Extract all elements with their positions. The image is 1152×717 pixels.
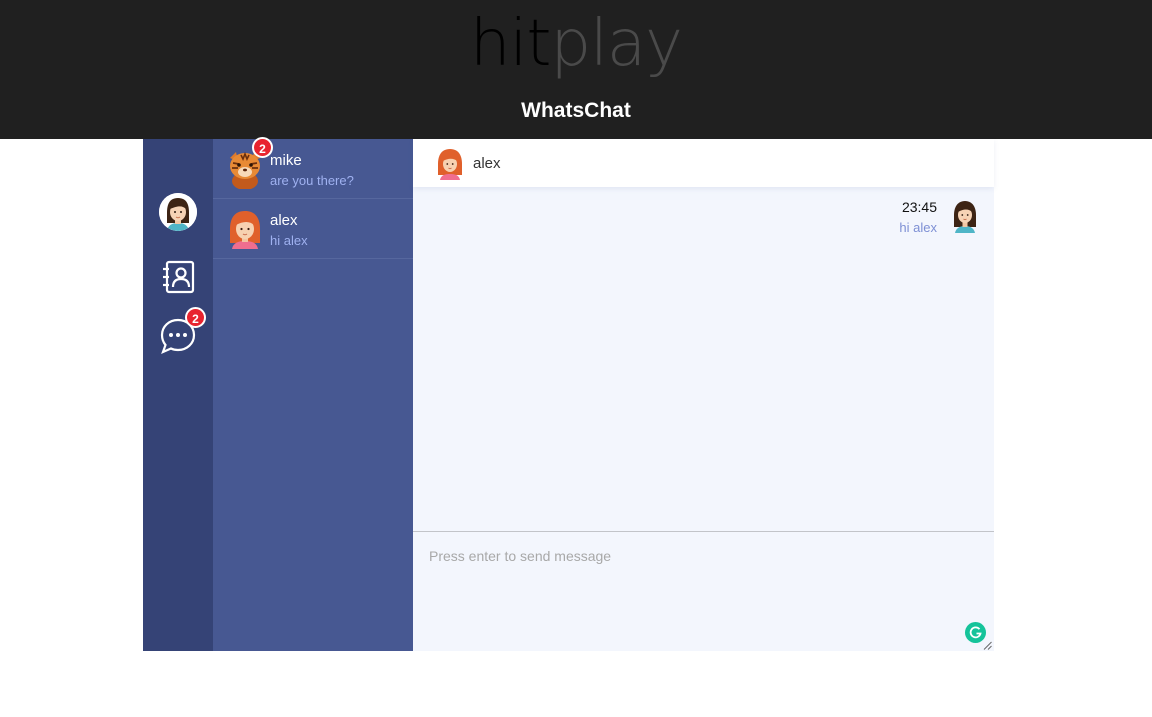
conversation-name: mike bbox=[270, 152, 302, 169]
message-time: 23:45 bbox=[901, 199, 937, 215]
contacts-icon bbox=[163, 260, 195, 294]
conversation-list: mike are you there? 2 alex hi alex bbox=[213, 137, 413, 651]
hitplay-logo: hitplay bbox=[470, 7, 683, 81]
chat-contact-name: alex bbox=[473, 155, 501, 172]
message-text: hi alex bbox=[899, 220, 937, 235]
chat-app: 2 mike are you there? 2 alex hi alex ale… bbox=[143, 137, 994, 651]
conversation-item-mike[interactable]: mike are you there? 2 bbox=[213, 137, 413, 199]
unread-badge: 2 bbox=[252, 137, 273, 158]
resize-grip-icon[interactable] bbox=[983, 641, 992, 650]
message-list: 23:45 hi alex bbox=[413, 187, 994, 531]
brown-hair-girl-avatar-icon bbox=[954, 201, 976, 233]
conversation-preview: hi alex bbox=[270, 233, 308, 248]
red-hair-girl-avatar-icon bbox=[230, 211, 260, 249]
red-hair-girl-avatar-icon bbox=[438, 149, 462, 180]
chat-panel: alex 23:45 hi alex bbox=[413, 139, 994, 651]
message-input[interactable] bbox=[413, 532, 994, 651]
chats-unread-badge: 2 bbox=[185, 307, 206, 328]
chats-button[interactable]: 2 bbox=[159, 307, 206, 355]
nav-rail: 2 bbox=[143, 139, 213, 651]
conversation-item-alex[interactable]: alex hi alex bbox=[213, 199, 413, 259]
profile-avatar-icon[interactable] bbox=[159, 193, 197, 231]
message-item: 23:45 hi alex bbox=[694, 199, 994, 249]
contacts-button[interactable] bbox=[159, 258, 197, 296]
conversation-name: alex bbox=[270, 212, 298, 229]
app-title: WhatsChat bbox=[521, 99, 631, 122]
grammarly-icon[interactable] bbox=[965, 622, 986, 643]
conversation-preview: are you there? bbox=[270, 173, 354, 188]
top-header: hitplay WhatsChat bbox=[0, 0, 1152, 139]
message-composer bbox=[413, 531, 994, 651]
chat-header: alex bbox=[413, 139, 994, 187]
